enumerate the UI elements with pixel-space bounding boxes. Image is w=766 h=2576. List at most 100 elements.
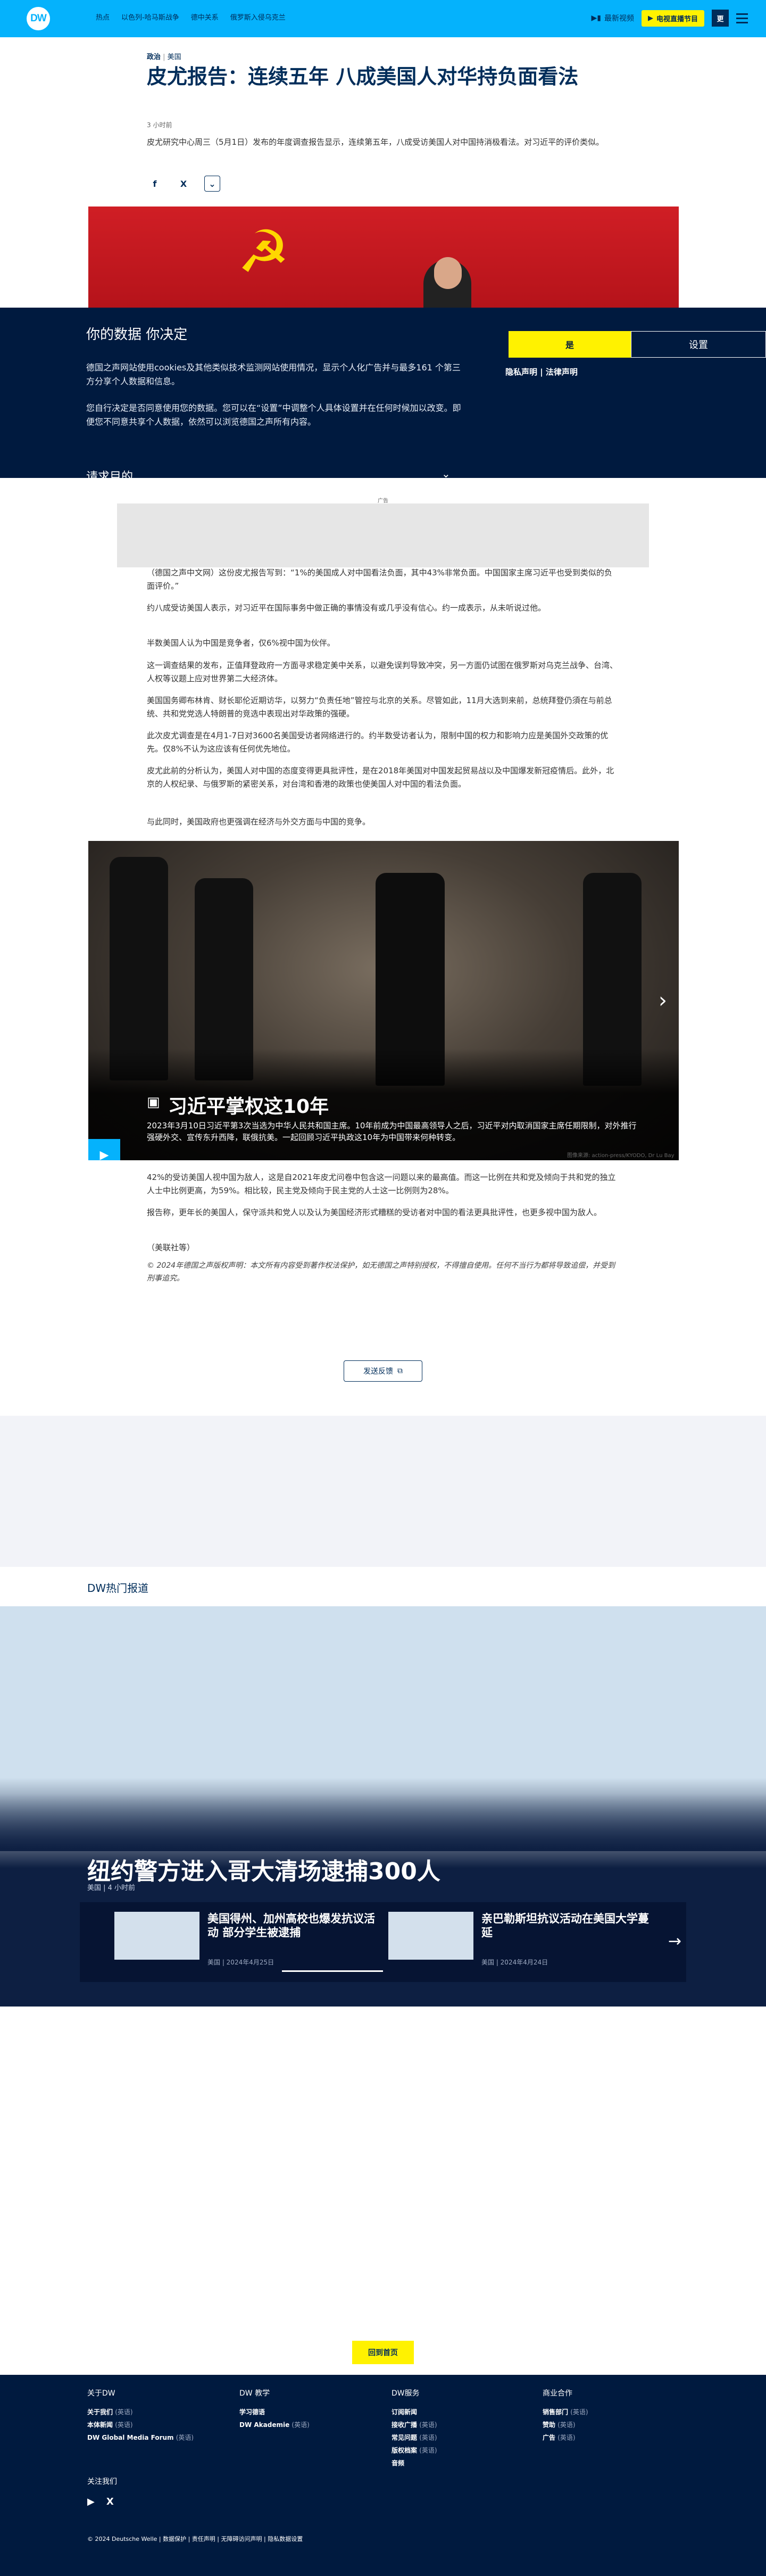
social-links: ▶ X bbox=[87, 2496, 114, 2507]
footer-legal[interactable]: © 2024 Deutsche Welle | 数据保护 | 责任声明 | 无障… bbox=[87, 2534, 303, 2543]
camera-icon: ▣ bbox=[147, 1094, 160, 1110]
footer-link[interactable]: 学习德语 bbox=[239, 2406, 378, 2418]
footer-link[interactable]: 销售部门 (英语) bbox=[543, 2406, 681, 2418]
footer-link[interactable]: DW Akademie (英语) bbox=[239, 2418, 378, 2431]
ad-slot[interactable] bbox=[117, 503, 649, 567]
cookie-text-2: 您自行决定是否同意使用您的数据。您可以在“设置”中调整个人具体设置并在任何时候加… bbox=[86, 403, 461, 427]
kicker-region[interactable]: 美国 bbox=[168, 53, 181, 61]
gray-spacer-band bbox=[0, 1416, 766, 1567]
cookie-accept-button[interactable]: 是 bbox=[509, 331, 631, 358]
cookie-settings-button[interactable]: 设置 bbox=[631, 331, 766, 358]
hero-face bbox=[434, 257, 462, 289]
footer-link[interactable]: 本体新闻 (英语) bbox=[87, 2418, 226, 2431]
article-headline: 皮尤报告：连续五年 八成美国人对华持负面看法 bbox=[147, 65, 579, 88]
video-credit: 图像来源: action-press/KYODO, Dr Lu Bay bbox=[567, 1153, 675, 1159]
youtube-icon[interactable]: ▶ bbox=[87, 2496, 95, 2507]
body-paragraph-8: 与此同时，美国政府也更强调在经济与外交方面与中国的竞争。 bbox=[147, 817, 371, 827]
feedback-icon: ⧉ bbox=[397, 1367, 403, 1375]
footer-col-learn: DW 教学 学习德语 DW Akademie (英语) bbox=[239, 2388, 378, 2431]
follow-us-label: 关注我们 bbox=[87, 2478, 117, 2486]
share-expand-icon[interactable]: ⌄ bbox=[204, 176, 220, 192]
live-tv-label: 电视直播节目 bbox=[656, 15, 698, 23]
video-figure-1 bbox=[110, 857, 168, 1080]
body-paragraph-4: 这一调查结果的发布，正值拜登政府一方面寻求稳定美中关系，以避免误判导致冲突，另一… bbox=[147, 660, 618, 683]
video-player[interactable]: ▣ 习近平掌权这10年 2023年3月10日习近平第3次当选为中华人民共和国主席… bbox=[88, 841, 679, 1160]
dw-logo[interactable]: DW bbox=[27, 7, 62, 30]
hot-card-1-meta: 美国 | 2024年4月25日 bbox=[207, 1959, 274, 1966]
x-twitter-icon[interactable]: X bbox=[106, 2496, 114, 2507]
live-tv-button[interactable]: ▶ 电视直播节目 bbox=[641, 10, 704, 27]
nav-link-germany-china[interactable]: 德中关系 bbox=[191, 12, 219, 22]
facebook-icon[interactable]: f bbox=[147, 176, 163, 192]
hot-card-2-thumb bbox=[388, 1912, 473, 1960]
top-bar: DW 热点 以色列-哈马斯战争 德中关系 俄罗斯入侵乌克兰 ▶▮ 最新视频 ▶ … bbox=[0, 0, 766, 37]
footer-col-service: DW服务 订阅新闻 接收广播 (英语) 常见问题 (英语) 版权档案 (英语) … bbox=[392, 2388, 530, 2470]
footer-col-service-title: DW服务 bbox=[392, 2389, 420, 2398]
hot-story-meta: 美国 | 4 小时前 bbox=[87, 1884, 136, 1892]
footer-link[interactable]: 接收广播 (英语) bbox=[392, 2418, 530, 2431]
hamburger-menu-icon[interactable] bbox=[736, 10, 753, 27]
play-icon[interactable]: ▶ bbox=[88, 1139, 120, 1160]
nav-link-israel-hamas[interactable]: 以色列-哈马斯战争 bbox=[121, 12, 179, 22]
live-icon: ▶ bbox=[647, 14, 653, 22]
nav-link-ukraine[interactable]: 俄罗斯入侵乌克兰 bbox=[230, 12, 286, 22]
hot-card-1-title: 美国得州、加州高校也爆发抗议活动 部分学生被逮捕 bbox=[207, 1912, 375, 1939]
hammer-sickle-emblem: ☭ bbox=[237, 218, 290, 286]
back-to-home-button[interactable]: 回到首页 bbox=[352, 2341, 414, 2364]
hot-card-2[interactable]: 亲巴勒斯坦抗议活动在美国大学蔓延 美国 | 2024年4月24日 bbox=[388, 1912, 660, 1966]
latest-videos-link[interactable]: ▶▮ 最新视频 bbox=[592, 13, 634, 23]
hot-story-headline[interactable]: 纽约警方进入哥大清场逮捕300人 bbox=[87, 1852, 440, 1886]
carousel-progress bbox=[282, 1970, 383, 1972]
cookie-text-1: 德国之声网站使用cookies及其他类似技术监测网站使用情况，显示个人化广告并与… bbox=[86, 362, 461, 386]
body-paragraph-3: 半数美国人认为中国是竞争者，仅6%视中国为伙伴。 bbox=[147, 638, 335, 648]
footer-col-learn-title: DW 教学 bbox=[239, 2389, 270, 2398]
language-button[interactable]: 更 bbox=[712, 10, 729, 27]
body-paragraph-11: （美联社等） bbox=[147, 1243, 195, 1252]
x-twitter-icon[interactable]: X bbox=[176, 176, 192, 192]
dw-logo-mark: DW bbox=[27, 7, 50, 30]
body-paragraph-1: （德国之声中文网）这份皮尤报告写到：“1%的美国成人对中国看法负面，其中43%非… bbox=[147, 568, 612, 591]
article-kicker: 政治 | 美国 bbox=[147, 51, 620, 61]
footer-col-business: 商业合作 销售部门 (英语) 赞助 (英语) 广告 (英语) bbox=[543, 2388, 681, 2444]
body-paragraph-2: 约八成受访美国人表示，对习近平在国际事务中做正确的事情没有或几乎没有信心。约一成… bbox=[147, 603, 546, 613]
footer-link[interactable]: 广告 (英语) bbox=[543, 2431, 681, 2444]
footer-col-business-title: 商业合作 bbox=[543, 2389, 572, 2398]
hot-card-2-meta: 美国 | 2024年4月24日 bbox=[481, 1959, 548, 1966]
hot-card-1-thumb bbox=[114, 1912, 199, 1960]
feedback-label: 发送反馈 bbox=[363, 1367, 393, 1376]
footer: 关于DW 关于我们 (英语) 本体新闻 (英语) DW Global Media… bbox=[0, 2375, 766, 2576]
feedback-button[interactable]: 发送反馈 ⧉ bbox=[344, 1360, 422, 1382]
body-paragraph-9: 42%的受访美国人视中国为敌人，这是自2021年皮尤问卷中包含这一问题以来的最高… bbox=[147, 1173, 616, 1195]
hot-card-2-title: 亲巴勒斯坦抗议活动在美国大学蔓延 bbox=[481, 1912, 649, 1939]
body-paragraph-7: 皮尤此前的分析认为，美国人对中国的态度变得更具批评性，是在2018年美国对中国发… bbox=[147, 766, 614, 789]
footer-link[interactable]: 音频 bbox=[392, 2457, 530, 2470]
nav-link-hot[interactable]: 热点 bbox=[96, 12, 110, 22]
footer-link[interactable]: 关于我们 (英语) bbox=[87, 2406, 226, 2418]
video-description: 2023年3月10日习近平第3次当选为中华人民共和国主席。10年前成为中国最高领… bbox=[147, 1121, 637, 1142]
footer-link[interactable]: 订阅新闻 bbox=[392, 2406, 530, 2418]
hot-topics-heading: DW热门报道 bbox=[87, 1582, 149, 1595]
footer-col-about-title: 关于DW bbox=[87, 2389, 115, 2398]
copyright-notice: © 2024年德国之声版权声明：本文所有内容受到著作权法保护，如无德国之声特别授… bbox=[147, 1261, 615, 1283]
kicker-separator: | bbox=[163, 53, 168, 61]
ad-label: 广告 bbox=[378, 498, 388, 504]
chevron-down-icon[interactable]: ⌄ bbox=[442, 467, 451, 480]
footer-link[interactable]: 赞助 (英语) bbox=[543, 2418, 681, 2431]
top-nav: 热点 以色列-哈马斯战争 德中关系 俄罗斯入侵乌克兰 bbox=[96, 12, 286, 22]
cookie-purpose-heading[interactable]: 请求目的 bbox=[86, 467, 133, 484]
video-title: 习近平掌权这10年 bbox=[168, 1096, 329, 1118]
article-timestamp: 3 小时前 bbox=[147, 121, 172, 129]
footer-link[interactable]: DW Global Media Forum (英语) bbox=[87, 2431, 226, 2444]
top-right-tools: ▶▮ 最新视频 ▶ 电视直播节目 更 bbox=[592, 10, 754, 27]
chevron-right-icon[interactable]: › bbox=[647, 977, 679, 1025]
latest-videos-label: 最新视频 bbox=[604, 14, 634, 23]
cookie-legal-links[interactable]: 隐私声明 | 法律声明 bbox=[505, 366, 578, 377]
hot-story-carousel: 美国得州、加州高校也爆发抗议活动 部分学生被逮捕 美国 | 2024年4月25日… bbox=[80, 1902, 686, 1982]
hot-card-1[interactable]: 美国得州、加州高校也爆发抗议活动 部分学生被逮捕 美国 | 2024年4月25日 bbox=[114, 1912, 386, 1966]
arrow-right-icon[interactable]: → bbox=[668, 1932, 681, 1951]
footer-link[interactable]: 版权档案 (英语) bbox=[392, 2444, 530, 2457]
kicker-category[interactable]: 政治 bbox=[147, 53, 161, 61]
share-bar: f X ⌄ bbox=[147, 176, 620, 192]
footer-link[interactable]: 常见问题 (英语) bbox=[392, 2431, 530, 2444]
video-icon: ▶▮ bbox=[591, 14, 601, 22]
